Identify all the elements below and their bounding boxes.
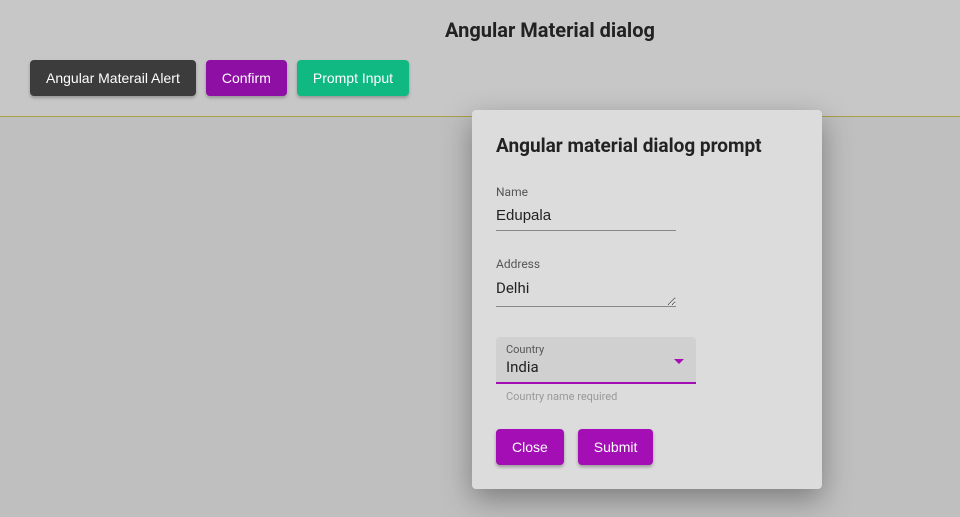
chevron-down-icon (674, 359, 684, 364)
alert-button[interactable]: Angular Materail Alert (30, 60, 196, 96)
country-label: Country (506, 343, 686, 356)
country-value: India (506, 356, 686, 382)
confirm-button[interactable]: Confirm (206, 60, 287, 96)
top-panel: Angular Material dialog Angular Materail… (0, 0, 960, 117)
address-label: Address (496, 257, 798, 271)
country-hint: Country name required (496, 390, 798, 403)
address-field: Address Delhi (496, 257, 798, 311)
prompt-dialog: Angular material dialog prompt Name Addr… (472, 110, 822, 489)
dialog-actions: Close Submit (496, 429, 798, 465)
country-field: Country India Country name required (496, 337, 798, 403)
page-title: Angular Material dialog (140, 0, 960, 60)
country-select[interactable]: Country India (496, 337, 696, 384)
close-button[interactable]: Close (496, 429, 564, 465)
name-field: Name (496, 185, 798, 231)
submit-button[interactable]: Submit (578, 429, 654, 465)
name-input[interactable] (496, 203, 676, 231)
dialog-title: Angular material dialog prompt (496, 134, 798, 157)
button-row: Angular Materail Alert Confirm Prompt In… (0, 60, 960, 96)
address-input[interactable]: Delhi (496, 275, 676, 307)
name-label: Name (496, 185, 798, 199)
prompt-input-button[interactable]: Prompt Input (297, 60, 409, 96)
